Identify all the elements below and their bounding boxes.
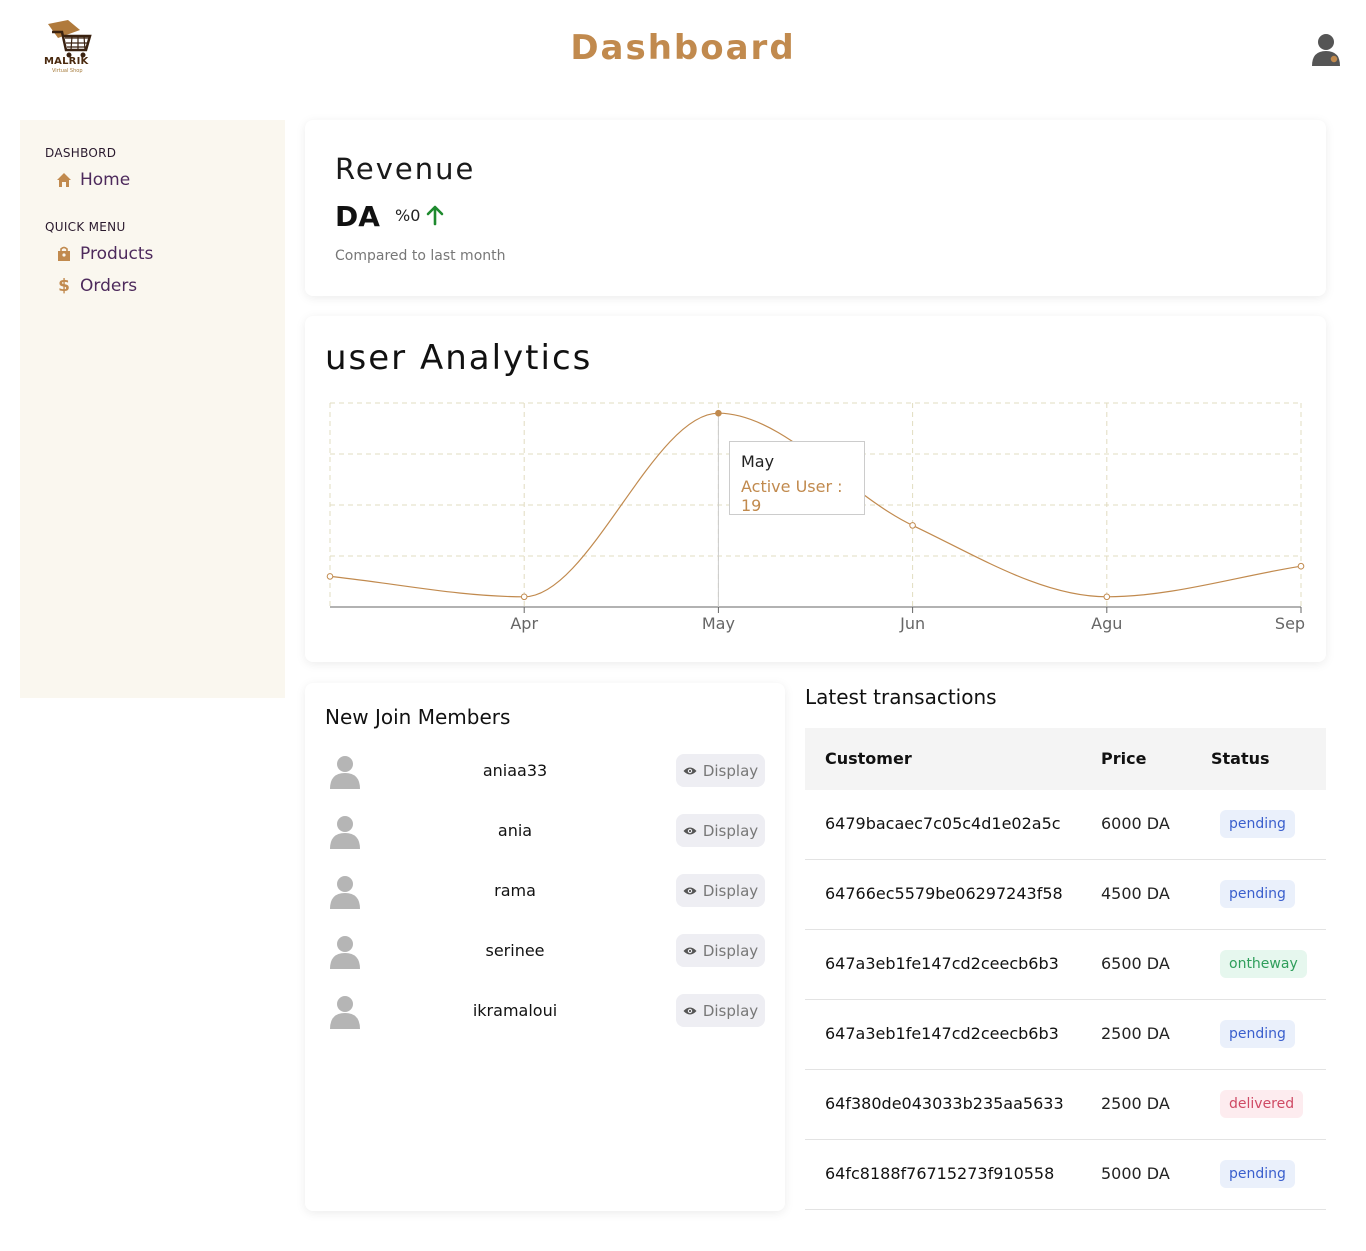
customer-id: 647a3eb1fe147cd2ceecb6b3: [825, 954, 1059, 973]
price-value: 5000 DA: [1101, 1164, 1170, 1183]
avatar-icon: [329, 815, 361, 849]
user-analytics-card: user Analytics Apr May Jun Agu Sep May Activ…: [305, 316, 1326, 662]
list-item: ikramaloui Display: [325, 993, 765, 1033]
member-name: rama: [494, 881, 536, 900]
member-name: ikramaloui: [472, 1001, 558, 1020]
data-point: [715, 409, 722, 417]
sidebar-item-label: Orders: [80, 276, 138, 296]
display-button-label: Display: [702, 881, 759, 900]
price-value: 2500 DA: [1101, 1094, 1170, 1113]
customer-id: 64f380de043033b235aa5633: [825, 1094, 1064, 1113]
sidebar-item-products[interactable]: Products: [56, 244, 153, 264]
revenue-card: Revenue DA %0 Compared to last month: [305, 120, 1326, 296]
status-badge: delivered: [1220, 1090, 1304, 1118]
display-button-label: Display: [702, 1001, 759, 1020]
page-title: Dashboard: [570, 28, 796, 68]
chart-tooltip: May Active User : 19: [729, 441, 865, 515]
sidebar-item-label: Home: [80, 170, 131, 190]
display-button-label: Display: [702, 821, 759, 840]
display-button[interactable]: Display: [676, 994, 765, 1027]
status-badge: pending: [1220, 1020, 1295, 1048]
revenue-title: Revenue: [335, 152, 476, 186]
eye-icon: [683, 946, 697, 956]
display-button-label: Display: [702, 941, 759, 960]
customer-id: 647a3eb1fe147cd2ceecb6b3: [825, 1024, 1059, 1043]
list-item: ania Display: [325, 813, 765, 853]
x-tick-label: May: [702, 614, 735, 633]
sidebar-item-orders[interactable]: $ Orders: [56, 276, 137, 296]
member-name: aniaa33: [482, 761, 548, 780]
data-point: [1297, 562, 1305, 570]
member-name: serinee: [485, 941, 545, 960]
price-value: 6500 DA: [1101, 954, 1170, 973]
x-tick-label: Jun: [899, 614, 925, 633]
home-icon: [57, 173, 71, 187]
display-button[interactable]: Display: [676, 754, 765, 787]
x-tick-label: Agu: [1091, 614, 1122, 633]
list-item: aniaa33 Display: [325, 753, 765, 793]
display-button[interactable]: Display: [676, 874, 765, 907]
member-name: ania: [497, 821, 533, 840]
avatar-icon: [329, 755, 361, 789]
display-button[interactable]: Display: [676, 934, 765, 967]
eye-icon: [683, 886, 697, 896]
list-item: rama Display: [325, 873, 765, 913]
customer-id: 64fc8188f76715273f910558: [825, 1164, 1055, 1183]
table-row: 64f380de043033b235aa5633 2500 DA delivered: [805, 1070, 1326, 1140]
tooltip-label: May: [741, 452, 775, 471]
eye-icon: [683, 826, 697, 836]
logo-tagline: Virtual Shop: [52, 68, 83, 74]
sidebar-item-home[interactable]: Home: [56, 170, 130, 190]
new-members-card: New Join Members aniaa33 Display ania Displ…: [305, 683, 785, 1211]
table-row: 647a3eb1fe147cd2ceecb6b3 2500 DA pending: [805, 1000, 1326, 1070]
customer-id: 6479bacaec7c05c4d1e02a5c: [825, 814, 1061, 833]
display-button[interactable]: Display: [676, 814, 765, 847]
tooltip-value: Active User : 19: [741, 477, 843, 515]
column-header-customer: Customer: [825, 749, 912, 768]
table-header: Customer Price Status: [805, 728, 1326, 790]
x-tick-label: Apr: [510, 614, 538, 633]
members-title: New Join Members: [325, 705, 511, 729]
column-header-status: Status: [1211, 749, 1270, 768]
sidebar-section-quick-menu: QUICK MENU: [45, 220, 126, 234]
customer-id: 64766ec5579be06297243f58: [825, 884, 1063, 903]
price-value: 6000 DA: [1101, 814, 1170, 833]
sidebar-item-label: Products: [80, 244, 154, 264]
sidebar: DASHBORD Home QUICK MENU Products $ Orde…: [20, 120, 285, 698]
data-point: [520, 593, 528, 601]
price-value: 4500 DA: [1101, 884, 1170, 903]
shopping-bag-icon: [58, 246, 70, 261]
avatar-icon: [329, 935, 361, 969]
data-point: [326, 573, 334, 580]
table-row: 6479bacaec7c05c4d1e02a5c 6000 DA pending: [805, 790, 1326, 860]
transactions-title: Latest transactions: [805, 685, 997, 709]
status-badge: pending: [1220, 1160, 1295, 1188]
arrow-up-icon: [426, 205, 444, 226]
sidebar-section-dashboard: DASHBORD: [45, 146, 117, 160]
user-avatar-icon[interactable]: [1310, 32, 1342, 68]
x-tick-label: Sep: [1275, 614, 1305, 633]
table-row: 647a3eb1fe147cd2ceecb6b3 6500 DA ontheway: [805, 930, 1326, 1000]
table-row: 64766ec5579be06297243f58 4500 DA pending: [805, 860, 1326, 930]
column-header-price: Price: [1101, 749, 1147, 768]
revenue-amount: DA: [335, 200, 380, 233]
price-value: 2500 DA: [1101, 1024, 1170, 1043]
list-item: serinee Display: [325, 933, 765, 973]
transactions-table: Customer Price Status 6479bacaec7c05c4d1…: [805, 728, 1326, 1210]
data-point: [909, 522, 916, 529]
eye-icon: [683, 1006, 697, 1016]
display-button-label: Display: [702, 761, 759, 780]
status-badge: pending: [1220, 880, 1295, 908]
eye-icon: [683, 766, 697, 776]
data-point: [1103, 593, 1111, 601]
table-row: 64fc8188f76715273f910558 5000 DA pending: [805, 1140, 1326, 1210]
avatar-icon: [329, 875, 361, 909]
revenue-percent: %0: [395, 206, 421, 225]
status-badge: pending: [1220, 810, 1295, 838]
avatar-icon: [329, 995, 361, 1029]
revenue-subtitle: Compared to last month: [335, 248, 506, 264]
status-badge: ontheway: [1220, 950, 1307, 978]
dollar-icon: $: [58, 276, 70, 296]
